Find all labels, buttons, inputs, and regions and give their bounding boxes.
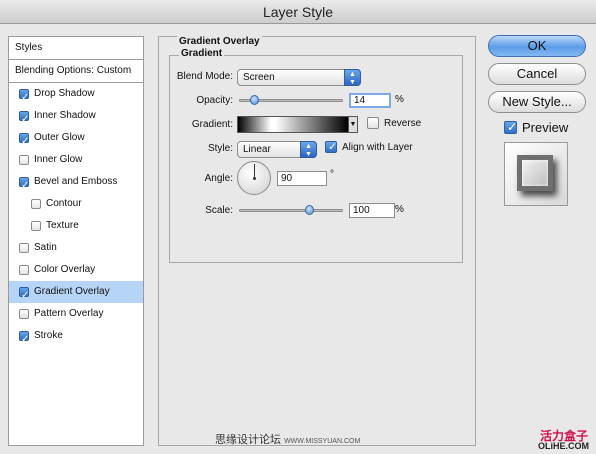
sidebar-checkbox[interactable]	[19, 87, 29, 109]
align-label: Align with Layer	[342, 141, 413, 153]
group-title: Gradient	[179, 48, 225, 59]
angle-input[interactable]: 90	[277, 171, 327, 186]
watermark-url: WWW.MISSYUAN.COM	[284, 438, 361, 445]
align-with-layer-checkbox[interactable]: Align with Layer	[325, 140, 413, 153]
opacity-unit: %	[395, 94, 404, 105]
sidebar-item-label: Drop Shadow	[34, 88, 95, 99]
sidebar-item-bevel-and-emboss[interactable]: Bevel and Emboss	[9, 171, 143, 197]
align-checkbox-box[interactable]	[325, 140, 337, 153]
sidebar-checkbox[interactable]	[31, 199, 41, 209]
sidebar-checkbox[interactable]	[31, 221, 41, 231]
watermark-center: 思缘设计论坛 WWW.MISSYUAN.COM	[215, 431, 360, 447]
angle-label: Angle:	[204, 173, 233, 184]
opacity-input[interactable]: 14	[349, 93, 391, 108]
sidebar-checkbox[interactable]	[19, 175, 29, 197]
gradient-swatch[interactable]	[237, 116, 349, 133]
opacity-slider-thumb[interactable]	[249, 95, 259, 105]
gradient-group	[169, 55, 463, 263]
style-label: Style:	[207, 143, 233, 154]
style-select[interactable]: Linear ▲ ▼	[237, 141, 317, 158]
styles-header[interactable]: Styles	[9, 37, 143, 60]
sidebar-checkbox[interactable]	[19, 265, 29, 275]
opacity-label: Opacity:	[196, 95, 233, 106]
sidebar-item-label: Texture	[46, 220, 79, 231]
gradient-label: Gradient:	[191, 119, 233, 130]
sidebar-item-label: Inner Glow	[34, 154, 83, 165]
preview-checkbox[interactable]: Preview	[504, 120, 568, 135]
sidebar-item-label: Contour	[46, 198, 82, 209]
blend-mode-label: Blend Mode:	[176, 71, 233, 82]
watermark-cn: 思缘设计论坛	[215, 434, 281, 446]
scale-slider-thumb[interactable]	[304, 205, 314, 215]
sidebar-item-texture[interactable]: Texture	[9, 215, 143, 237]
scale-input[interactable]: 100	[349, 203, 395, 218]
angle-unit: °	[330, 169, 334, 180]
gradient-overlay-panel: Gradient Overlay Gradient Blend Mode: Sc…	[158, 36, 476, 446]
reverse-checkbox[interactable]: Reverse	[367, 117, 421, 129]
blending-options-item[interactable]: Blending Options: Custom	[9, 60, 143, 83]
style-value: Linear	[243, 144, 271, 155]
sidebar-item-outer-glow[interactable]: Outer Glow	[9, 127, 143, 153]
sidebar-checkbox[interactable]	[19, 243, 29, 253]
sidebar-item-label: Stroke	[34, 330, 63, 341]
blend-mode-select[interactable]: Screen ▲ ▼	[237, 69, 361, 86]
preview-checkbox-box[interactable]	[504, 120, 517, 134]
dialog-body: Styles Blending Options: Custom Drop Sha…	[0, 24, 596, 454]
sidebar-checkbox[interactable]	[19, 155, 29, 165]
sidebar-item-label: Bevel and Emboss	[34, 176, 118, 187]
sidebar-item-stroke[interactable]: Stroke	[9, 325, 143, 351]
angle-dial[interactable]	[237, 161, 271, 195]
sidebar-item-drop-shadow[interactable]: Drop Shadow	[9, 83, 143, 109]
styles-list: Styles Blending Options: Custom Drop Sha…	[8, 36, 144, 446]
sidebar-item-gradient-overlay[interactable]: Gradient Overlay	[9, 281, 143, 307]
style-preview-thumbnail	[504, 142, 568, 206]
sidebar-item-label: Outer Glow	[34, 132, 85, 143]
sidebar-item-label: Pattern Overlay	[34, 308, 104, 319]
gradient-dropdown-icon[interactable]: ▼	[348, 116, 358, 133]
reverse-label: Reverse	[384, 117, 422, 129]
panel-title: Gradient Overlay	[177, 36, 262, 47]
watermark-site: OLiHE.COM	[538, 441, 589, 451]
preview-label: Preview	[522, 120, 569, 135]
scale-label: Scale:	[205, 205, 233, 216]
sidebar-checkbox[interactable]	[19, 131, 29, 153]
sidebar-checkbox[interactable]	[19, 109, 29, 131]
reverse-checkbox-box[interactable]	[367, 117, 379, 129]
scale-unit: %	[395, 204, 404, 215]
sidebar-item-label: Inner Shadow	[34, 110, 96, 121]
ok-button[interactable]: OK	[488, 35, 586, 57]
new-style-button[interactable]: New Style...	[488, 91, 586, 113]
preview-square	[517, 155, 553, 191]
window-title: Layer Style	[0, 0, 596, 24]
sidebar-checkbox[interactable]	[19, 309, 29, 319]
scale-slider-track[interactable]	[239, 209, 343, 212]
sidebar-item-label: Satin	[34, 242, 57, 253]
sidebar-item-label: Color Overlay	[34, 264, 96, 275]
blend-mode-value: Screen	[243, 72, 275, 83]
sidebar-checkbox[interactable]	[19, 285, 29, 307]
cancel-button[interactable]: Cancel	[488, 63, 586, 85]
sidebar-item-satin[interactable]: Satin	[9, 237, 143, 259]
sidebar-checkbox[interactable]	[19, 329, 29, 351]
chevron-updown-icon: ▲ ▼	[300, 141, 317, 158]
sidebar-item-label: Gradient Overlay	[34, 286, 110, 297]
sidebar-item-inner-shadow[interactable]: Inner Shadow	[9, 105, 143, 131]
chevron-updown-icon: ▲ ▼	[344, 69, 361, 86]
sidebar-item-color-overlay[interactable]: Color Overlay	[9, 259, 143, 281]
